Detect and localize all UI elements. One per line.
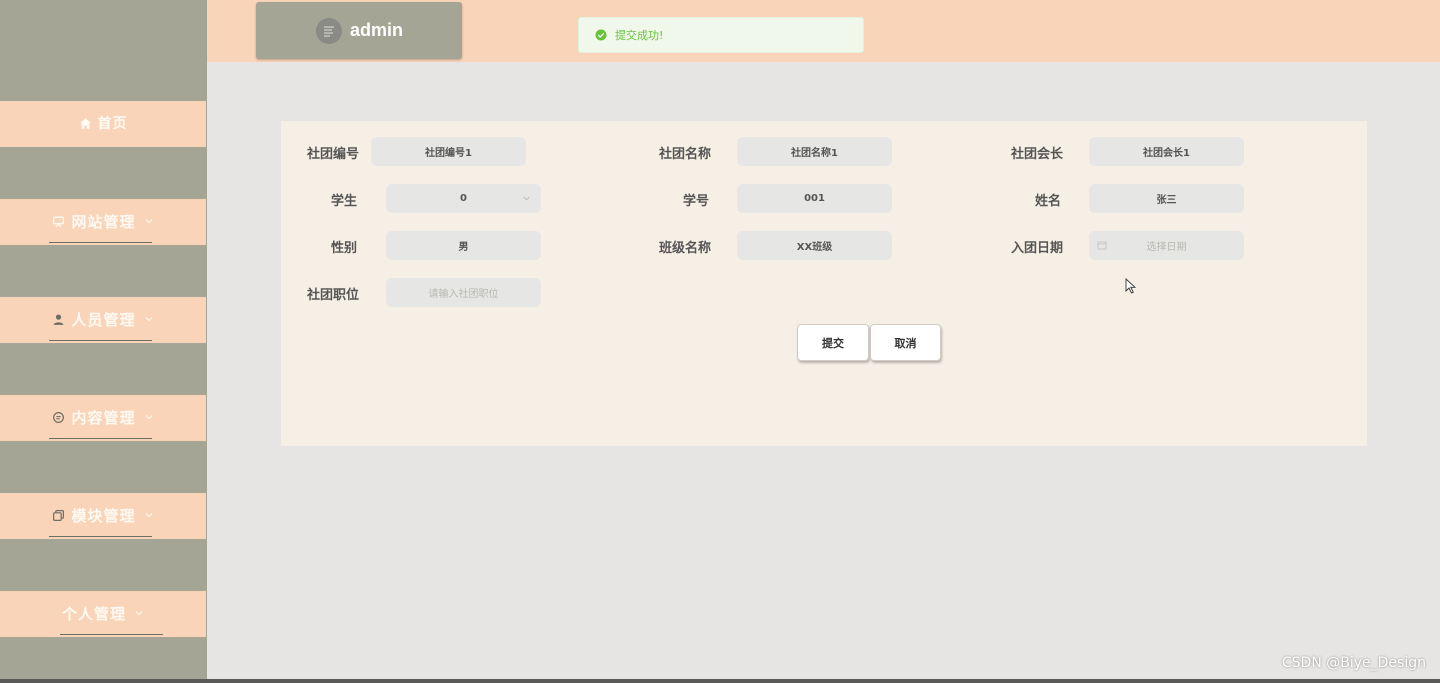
- submit-button[interactable]: 提交: [797, 324, 869, 361]
- sidebar-item-label: 首页: [97, 116, 128, 132]
- name-label: 姓名: [1035, 194, 1062, 209]
- join-date-placeholder: 选择日期: [1146, 242, 1187, 253]
- menu-underline: [49, 339, 152, 341]
- chat-icon: [52, 411, 65, 424]
- position-label: 社团职位: [307, 288, 360, 303]
- sidebar-item-site-management[interactable]: 网站管理: [0, 199, 206, 245]
- club-no-field[interactable]: 社团编号1: [371, 137, 526, 166]
- menu-underline: [60, 633, 163, 635]
- chevron-down-icon: [144, 510, 154, 520]
- join-date-picker[interactable]: 选择日期: [1089, 231, 1244, 260]
- user-menu[interactable]: admin: [256, 2, 462, 59]
- president-label: 社团会长: [1011, 147, 1064, 162]
- chevron-down-icon: [144, 216, 154, 226]
- president-value: 社团会长1: [1143, 148, 1190, 159]
- gender-field[interactable]: 男: [386, 231, 541, 260]
- student-no-field[interactable]: 001: [737, 184, 892, 213]
- sidebar-item-staff-management[interactable]: 人员管理: [0, 297, 206, 343]
- student-select[interactable]: 0: [386, 184, 541, 213]
- name-value: 张三: [1156, 195, 1177, 206]
- club-name-field[interactable]: 社团名称1: [737, 137, 892, 166]
- menu-underline: [49, 437, 152, 439]
- sidebar-item-content-management[interactable]: 内容管理: [0, 395, 206, 441]
- name-field[interactable]: 张三: [1089, 184, 1244, 213]
- cancel-button[interactable]: 取消: [870, 324, 941, 361]
- success-toast: 提交成功!: [578, 17, 864, 53]
- mouse-cursor-icon: [1125, 278, 1137, 294]
- home-icon: [79, 117, 92, 130]
- copy-icon: [52, 509, 65, 522]
- sidebar-item-label: 个人管理: [61, 604, 126, 623]
- sidebar-item-module-management[interactable]: 模块管理: [0, 493, 206, 539]
- avatar: [316, 17, 342, 44]
- class-name-value: XX班级: [796, 242, 833, 253]
- sidebar-item-label: 内容管理: [71, 408, 136, 427]
- join-date-label: 入团日期: [1011, 241, 1064, 256]
- person-icon: [52, 313, 65, 326]
- student-no-value: 001: [804, 193, 825, 204]
- sidebar-item-label: 网站管理: [71, 212, 136, 231]
- gender-label: 性别: [331, 241, 358, 256]
- calendar-icon: [1097, 241, 1107, 250]
- sidebar-item-personal-management[interactable]: 个人管理: [0, 591, 206, 637]
- club-name-label: 社团名称: [659, 147, 712, 162]
- menu-lines-icon: [324, 25, 334, 37]
- position-placeholder: 请输入社团职位: [428, 289, 499, 300]
- bottom-border: [0, 679, 1440, 683]
- menu-underline: [49, 241, 152, 243]
- sidebar-item-home[interactable]: 首页: [0, 101, 206, 147]
- sidebar-item-label: 模块管理: [71, 506, 136, 525]
- sidebar: 首页 网站管理 人员管理 内容管理 模块管理 个人管理: [0, 0, 207, 683]
- menu-underline: [49, 535, 152, 537]
- success-check-icon: [595, 29, 607, 41]
- club-no-label: 社团编号: [307, 147, 360, 162]
- student-value: 0: [460, 193, 467, 204]
- chevron-down-icon: [144, 412, 154, 422]
- gender-value: 男: [458, 242, 469, 253]
- position-field[interactable]: 请输入社团职位: [386, 278, 541, 307]
- toast-message: 提交成功!: [615, 29, 664, 42]
- student-label: 学生: [331, 194, 358, 209]
- username: admin: [350, 20, 404, 40]
- class-name-label: 班级名称: [659, 241, 712, 256]
- club-name-value: 社团名称1: [791, 148, 838, 159]
- monitor-icon: [52, 215, 65, 228]
- chevron-down-icon: [134, 608, 144, 618]
- club-no-value: 社团编号1: [425, 148, 472, 159]
- class-name-field[interactable]: XX班级: [737, 231, 892, 260]
- watermark: CSDN @Biye_Design: [1281, 655, 1426, 671]
- chevron-down-icon: [523, 196, 530, 201]
- president-field[interactable]: 社团会长1: [1089, 137, 1244, 166]
- sidebar-item-label: 人员管理: [71, 310, 136, 329]
- student-no-label: 学号: [683, 194, 710, 209]
- chevron-down-icon: [144, 314, 154, 324]
